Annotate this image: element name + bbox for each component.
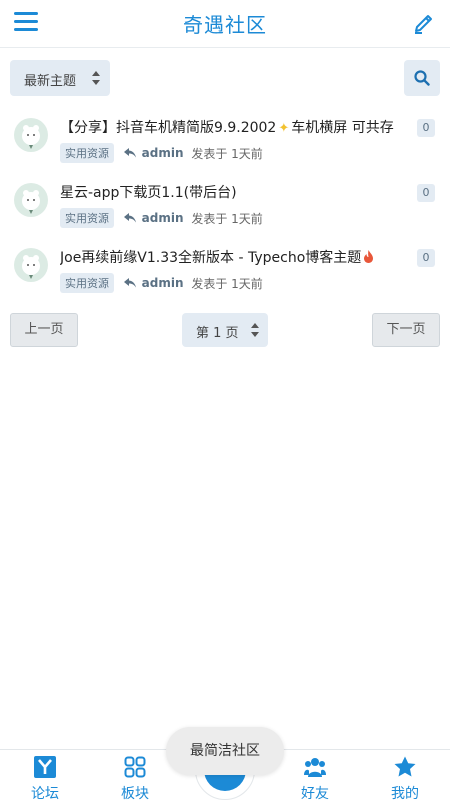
author-name[interactable]: admin — [142, 211, 184, 225]
forum-y-icon — [34, 756, 56, 778]
topic-item[interactable]: 星云-app下载页1.1(带后台) 实用资源 admin 发表于 1天前 0 — [0, 173, 450, 238]
avatar[interactable] — [14, 118, 48, 152]
author-name[interactable]: admin — [142, 276, 184, 290]
topic-title[interactable]: 【分享】抖音车机精简版9.9.2002 ✦ 车机横屏 可共存 — [60, 117, 405, 137]
sort-select-label: 最新主题 — [24, 74, 77, 89]
star-icon — [394, 756, 416, 777]
topic-list: 【分享】抖音车机精简版9.9.2002 ✦ 车机横屏 可共存 实用资源 admin … — [0, 108, 450, 303]
reply-count-badge: 0 — [417, 249, 435, 267]
search-button[interactable] — [404, 60, 440, 96]
topic-title-text: Joe再续前缘V1.33全新版本 - Typecho博客主题 — [60, 250, 362, 266]
tab-me[interactable]: 我的 — [375, 756, 435, 800]
page-select-label: 第 1 页 — [196, 326, 239, 341]
avatar[interactable] — [14, 183, 48, 217]
reply-count-badge: 0 — [417, 119, 435, 137]
filter-bar: 最新主题 — [10, 60, 440, 96]
compose-icon[interactable] — [412, 11, 436, 35]
avatar[interactable] — [14, 248, 48, 282]
topic-meta: 实用资源 admin 发表于 1天前 — [60, 208, 263, 228]
app-title: 奇遇社区 — [183, 13, 267, 37]
tab-friends-label: 好友 — [301, 786, 329, 800]
author-name[interactable]: admin — [142, 146, 184, 160]
topic-title-suffix: 车机横屏 可共存 — [291, 120, 394, 136]
prev-page-button[interactable]: 上一页 — [10, 313, 78, 347]
tab-boards-label: 板块 — [121, 786, 149, 800]
tab-me-label: 我的 — [391, 786, 419, 800]
posted-time: 发表于 1天前 — [191, 211, 263, 226]
sort-arrows-icon — [92, 71, 100, 85]
page-arrows-icon — [251, 323, 259, 337]
topic-item[interactable]: Joe再续前缘V1.33全新版本 - Typecho博客主题 实用资源 admi… — [0, 238, 450, 303]
next-page-button[interactable]: 下一页 — [372, 313, 440, 347]
friends-icon — [304, 758, 326, 777]
category-tag[interactable]: 实用资源 — [60, 143, 114, 163]
posted-time: 发表于 1天前 — [191, 146, 263, 161]
reply-icon — [123, 148, 136, 158]
reply-count-badge: 0 — [417, 184, 435, 202]
topic-title[interactable]: 星云-app下载页1.1(带后台) — [60, 182, 405, 202]
topic-title-text: 【分享】抖音车机精简版9.9.2002 — [60, 120, 277, 136]
sparkles-icon: ✦ — [278, 121, 290, 136]
category-tag[interactable]: 实用资源 — [60, 208, 114, 228]
topic-item[interactable]: 【分享】抖音车机精简版9.9.2002 ✦ 车机横屏 可共存 实用资源 admin … — [0, 108, 450, 173]
topic-title[interactable]: Joe再续前缘V1.33全新版本 - Typecho博客主题 — [60, 247, 405, 267]
grid-icon — [124, 756, 146, 778]
search-icon — [414, 70, 430, 86]
sort-select[interactable]: 最新主题 — [10, 60, 110, 96]
tab-boards[interactable]: 板块 — [105, 756, 165, 800]
topic-meta: 实用资源 admin 发表于 1天前 — [60, 143, 263, 163]
page-select[interactable]: 第 1 页 — [182, 313, 268, 347]
toast-message: 最简洁社区 — [166, 727, 284, 775]
category-tag[interactable]: 实用资源 — [60, 273, 114, 293]
fire-icon — [364, 250, 374, 263]
tab-forum-label: 论坛 — [31, 786, 59, 800]
pagination: 上一页 第 1 页 下一页 — [10, 313, 440, 347]
topic-title-text: 星云-app下载页1.1(带后台) — [60, 185, 237, 201]
tab-friends[interactable]: 好友 — [285, 756, 345, 800]
reply-icon — [123, 278, 136, 288]
topic-meta: 实用资源 admin 发表于 1天前 — [60, 273, 263, 293]
top-app-bar: 奇遇社区 — [0, 0, 450, 48]
posted-time: 发表于 1天前 — [191, 276, 263, 291]
tab-forum[interactable]: 论坛 — [15, 756, 75, 800]
reply-icon — [123, 213, 136, 223]
